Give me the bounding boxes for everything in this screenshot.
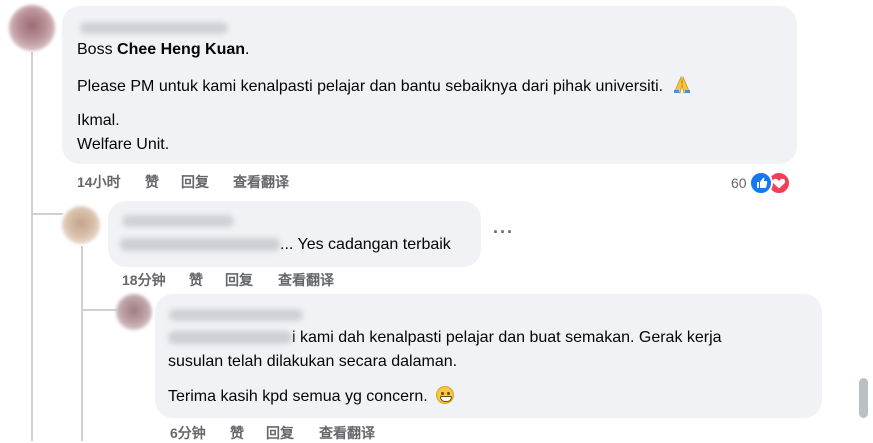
redacted-text [120,238,280,252]
timestamp[interactable]: 18分钟 [122,270,189,290]
timestamp[interactable]: 6分钟 [170,423,230,443]
author-name-redacted[interactable] [80,22,228,34]
timestamp[interactable]: 14小时 [77,172,145,192]
comment-text-line: Terima kasih kpd semua yg concern. [168,386,455,408]
reaction-summary[interactable]: 60 [731,171,791,195]
folded-hands-icon [672,76,692,94]
comment-actions: 6分钟 赞 回复 查看翻译 [170,423,375,443]
thread-line-branch [81,309,117,311]
comment-text-line: Boss Chee Heng Kuan. [77,41,250,58]
avatar[interactable] [9,5,55,51]
thread-line [81,246,83,441]
mention-link[interactable]: Chee Heng Kuan [117,41,245,58]
thread-line-branch [31,213,63,215]
more-options-icon[interactable]: ··· [493,222,514,243]
reply-button[interactable]: 回复 [181,172,233,192]
comment-text-line: i kami dah kenalpasti pelajar dan buat s… [168,327,722,349]
author-name-redacted[interactable] [169,309,303,321]
thread-line [31,52,33,441]
like-button[interactable]: 赞 [189,270,225,290]
avatar[interactable] [62,206,100,244]
comment-actions: 18分钟 赞 回复 查看翻译 [122,270,334,290]
see-translation-button[interactable]: 查看翻译 [319,423,375,443]
comment-bubble: ... Yes cadangan terbaik [108,201,481,267]
comment-bubble: Boss Chee Heng Kuan. Please PM untuk kam… [62,6,797,164]
reply-button[interactable]: 回复 [225,270,278,290]
comment-text-line: ... Yes cadangan terbaik [120,234,451,256]
grinning-face-icon [436,386,455,404]
avatar[interactable] [116,294,152,330]
comment-bubble: i kami dah kenalpasti pelajar dan buat s… [155,294,822,418]
see-translation-button[interactable]: 查看翻译 [278,270,334,290]
reaction-count: 60 [731,175,747,191]
like-icon [748,171,773,195]
comment-text-line: Ikmal. [77,112,120,129]
see-translation-button[interactable]: 查看翻译 [233,172,289,192]
like-button[interactable]: 赞 [230,423,266,443]
comment-text-line: susulan telah dilakukan secara dalaman. [168,353,458,370]
like-button[interactable]: 赞 [145,172,181,192]
redacted-text [168,331,292,345]
scrollbar-thumb[interactable] [859,378,868,418]
author-name-redacted[interactable] [122,215,234,227]
comment-text-line: Welfare Unit. [77,136,170,153]
comment-text-line: Please PM untuk kami kenalpasti pelajar … [77,76,692,98]
reply-button[interactable]: 回复 [266,423,319,443]
comment-actions: 14小时 赞 回复 查看翻译 [77,172,289,192]
